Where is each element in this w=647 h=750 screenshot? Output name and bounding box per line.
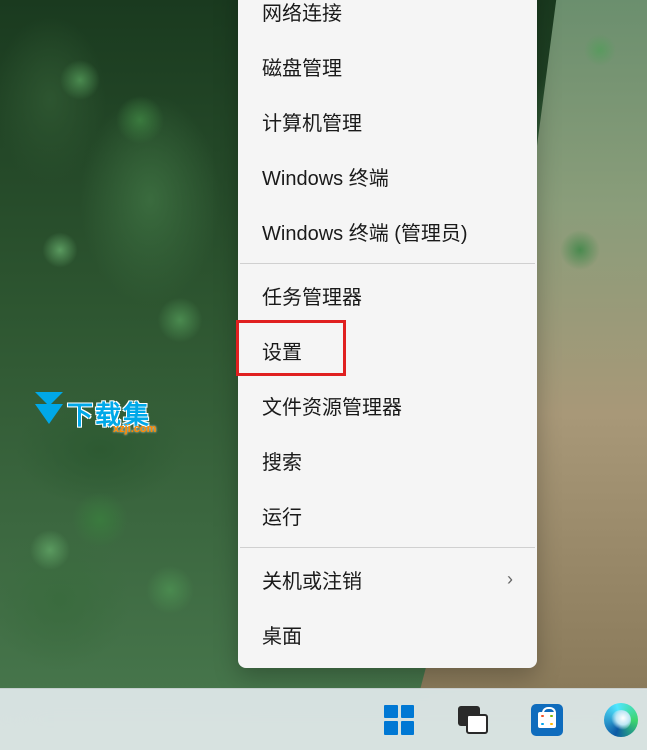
task-view-icon xyxy=(458,706,488,734)
desktop-background: 下载集 xzji.com 网络连接 磁盘管理 计算机管理 Windows 终端 … xyxy=(0,0,647,750)
edge-icon xyxy=(604,703,638,737)
menu-separator xyxy=(240,263,535,264)
store-icon xyxy=(531,704,563,736)
menu-label: 桌面 xyxy=(262,620,302,649)
watermark-url: xzji.com xyxy=(113,423,156,435)
taskbar-icons xyxy=(377,698,647,742)
chevron-right-icon: › xyxy=(507,569,513,590)
menu-item-run[interactable]: 运行 xyxy=(238,488,537,543)
menu-label: 文件资源管理器 xyxy=(262,391,402,420)
start-button[interactable] xyxy=(377,698,421,742)
menu-item-computer-management[interactable]: 计算机管理 xyxy=(238,94,537,149)
edge-button[interactable] xyxy=(599,698,643,742)
windows-logo-icon xyxy=(384,705,414,735)
menu-item-task-manager[interactable]: 任务管理器 xyxy=(238,268,537,323)
menu-item-shutdown-signout[interactable]: 关机或注销 › xyxy=(238,552,537,607)
menu-item-settings[interactable]: 设置 xyxy=(238,323,537,378)
menu-label: 任务管理器 xyxy=(262,281,362,310)
menu-item-disk-management[interactable]: 磁盘管理 xyxy=(238,39,537,94)
menu-label: 设置 xyxy=(262,336,302,365)
menu-label: 搜索 xyxy=(262,446,302,475)
taskbar xyxy=(0,688,647,750)
menu-item-search[interactable]: 搜索 xyxy=(238,433,537,488)
watermark: 下载集 xzji.com xyxy=(35,395,151,432)
menu-label: 磁盘管理 xyxy=(262,52,342,81)
menu-item-desktop[interactable]: 桌面 xyxy=(238,607,537,662)
winx-context-menu: 网络连接 磁盘管理 计算机管理 Windows 终端 Windows 终端 (管… xyxy=(238,0,537,668)
menu-label: Windows 终端 (管理员) xyxy=(262,217,468,246)
menu-label: 运行 xyxy=(262,501,302,530)
menu-label: 计算机管理 xyxy=(262,107,362,136)
menu-label: 网络连接 xyxy=(262,0,342,26)
menu-item-file-explorer[interactable]: 文件资源管理器 xyxy=(238,378,537,433)
download-arrow-icon xyxy=(35,404,63,424)
task-view-button[interactable] xyxy=(451,698,495,742)
menu-item-windows-terminal-admin[interactable]: Windows 终端 (管理员) xyxy=(238,204,537,259)
menu-label: 关机或注销 xyxy=(262,565,362,594)
menu-label: Windows 终端 xyxy=(262,162,389,191)
menu-item-network-connections[interactable]: 网络连接 xyxy=(238,0,537,39)
menu-separator xyxy=(240,547,535,548)
microsoft-store-button[interactable] xyxy=(525,698,569,742)
menu-item-windows-terminal[interactable]: Windows 终端 xyxy=(238,149,537,204)
